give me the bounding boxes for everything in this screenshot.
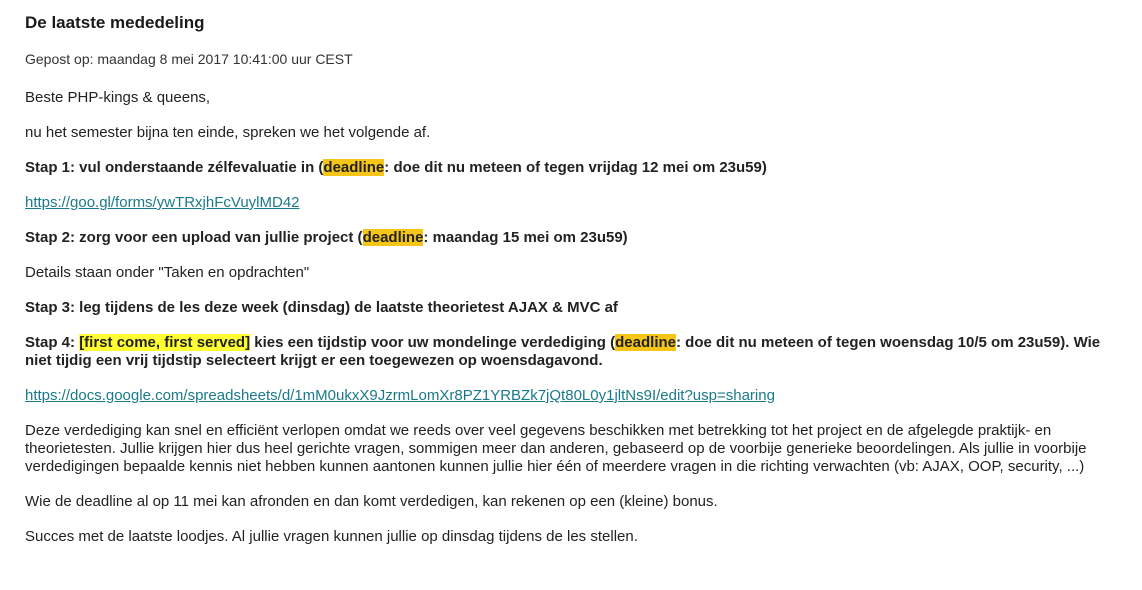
bonus-text: Wie de deadline al op 11 mei kan afronde… (25, 493, 718, 510)
announcement-title: De laatste mededeling (25, 13, 205, 32)
closing-text: Succes met de laatste loodjes. Al jullie… (25, 528, 638, 545)
link-2-paragraph: https://docs.google.com/spreadsheets/d/1… (25, 387, 1117, 405)
step-2-prefix: Stap 2: zorg voor een upload van jullie … (25, 229, 363, 246)
step-1-prefix: Stap 1: vul onderstaande zélfevaluatie i… (25, 159, 324, 176)
step-4: Stap 4: [first come, first served] kies … (25, 334, 1117, 370)
step-4-prefix: Stap 4: (25, 334, 80, 351)
step-4-tag-highlight: [first come, first served] (79, 334, 251, 351)
defense-paragraph: Deze verdediging kan snel en efficiënt v… (25, 422, 1087, 475)
announcement: De laatste mededeling Gepost op: maandag… (0, 0, 1142, 546)
step-3: Stap 3: leg tijdens de les deze week (di… (25, 299, 618, 316)
schedule-spreadsheet-link[interactable]: https://docs.google.com/spreadsheets/d/1… (25, 387, 775, 404)
step-2: Stap 2: zorg voor een upload van jullie … (25, 229, 1117, 247)
step-2-deadline-highlight: deadline (362, 229, 424, 246)
posted-date: Gepost op: maandag 8 mei 2017 10:41:00 u… (25, 51, 353, 67)
step-4-middle: kies een tijdstip voor uw mondelinge ver… (250, 334, 616, 351)
announcement-body: Beste PHP-kings & queens, nu het semeste… (25, 89, 1117, 546)
details-text: Details staan onder "Taken en opdrachten… (25, 264, 310, 281)
step-1-deadline-highlight: deadline (323, 159, 385, 176)
intro-text: nu het semester bijna ten einde, spreken… (25, 124, 431, 141)
link-1-paragraph: https://goo.gl/forms/ywTRxjhFcVuylMD42 (25, 194, 1117, 212)
step-1-suffix: : doe dit nu meteen of tegen vrijdag 12 … (384, 159, 767, 176)
greeting: Beste PHP-kings & queens, (25, 89, 211, 106)
step-1: Stap 1: vul onderstaande zélfevaluatie i… (25, 159, 1117, 177)
step-2-suffix: : maandag 15 mei om 23u59) (423, 229, 628, 246)
self-evaluation-form-link[interactable]: https://goo.gl/forms/ywTRxjhFcVuylMD42 (25, 194, 300, 211)
step-4-deadline-highlight: deadline (615, 334, 676, 351)
